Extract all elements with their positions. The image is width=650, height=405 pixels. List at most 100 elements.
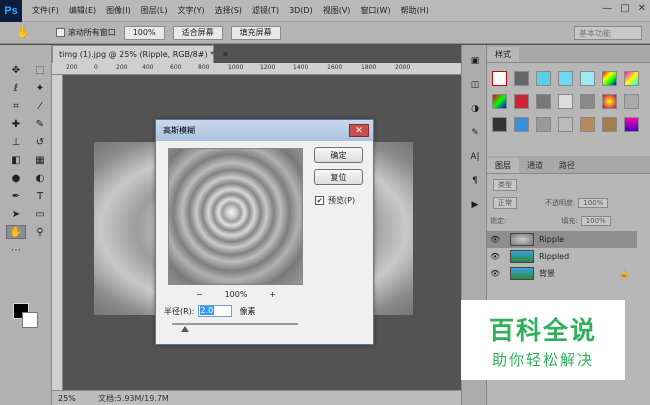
layer-row[interactable]: 👁 Ripple <box>487 231 637 248</box>
history-panel-icon[interactable]: ▣ <box>464 53 486 69</box>
style-swatch[interactable] <box>558 117 573 132</box>
menu-image[interactable]: 图像(I) <box>106 5 131 16</box>
blend-mode-select[interactable]: 正常 <box>493 197 517 209</box>
eraser-tool-icon[interactable]: ◧ <box>6 153 26 167</box>
play-action-icon[interactable]: ▶ <box>464 197 486 213</box>
radius-slider-thumb[interactable] <box>181 326 189 332</box>
background-color-swatch[interactable] <box>22 312 38 328</box>
visibility-eye-icon[interactable]: 👁 <box>490 269 504 278</box>
maximize-button[interactable]: □ <box>620 3 629 14</box>
document-tab[interactable]: timg (1).jpg @ 25% (Ripple, RGB/8#) * ✕ <box>52 45 229 63</box>
menu-view[interactable]: 视图(V) <box>323 5 351 16</box>
hand-tool-icon[interactable]: ✋ <box>6 225 26 239</box>
crop-tool-icon[interactable]: ⌗ <box>6 99 26 113</box>
reset-button[interactable]: 复位 <box>314 169 363 185</box>
tab-layers[interactable]: 图层 <box>487 158 519 173</box>
tab-channels[interactable]: 通道 <box>519 158 551 173</box>
radius-slider[interactable] <box>172 323 298 325</box>
style-swatch[interactable] <box>492 94 507 109</box>
path-select-tool-icon[interactable]: ➤ <box>6 207 26 221</box>
marquee-tool-icon[interactable]: ⬚ <box>30 63 50 77</box>
style-swatch[interactable] <box>536 117 551 132</box>
healing-tool-icon[interactable]: ✚ <box>6 117 26 131</box>
opacity-input[interactable]: 100% <box>578 198 609 208</box>
layer-filter-select[interactable]: 类型 <box>493 179 517 191</box>
style-swatch[interactable] <box>602 94 617 109</box>
blur-preview[interactable] <box>168 148 303 285</box>
brush-panel-icon[interactable]: ✎ <box>464 125 486 141</box>
style-swatch[interactable] <box>514 94 529 109</box>
menu-filter[interactable]: 滤镜(T) <box>252 5 279 16</box>
status-zoom[interactable]: 25% <box>52 394 92 403</box>
scroll-all-checkbox[interactable] <box>55 28 65 37</box>
style-swatch[interactable] <box>580 117 595 132</box>
history-brush-tool-icon[interactable]: ↺ <box>30 135 50 149</box>
hand-icon[interactable]: ✋ <box>16 26 30 39</box>
magic-wand-tool-icon[interactable]: ✦ <box>30 81 50 95</box>
tools-panel: ✥ ⬚ ℓ ✦ ⌗ ⁄ ✚ ✎ ⊥ ↺ ◧ ▦ ● ◐ ✒ T ➤ ▭ ✋ ⚲ … <box>0 45 52 405</box>
layer-row[interactable]: 👁 背景 🔒 <box>487 265 637 282</box>
menu-layer[interactable]: 图层(L) <box>141 5 168 16</box>
dodge-tool-icon[interactable]: ◐ <box>30 171 50 185</box>
minimize-button[interactable]: — <box>602 3 612 14</box>
close-tab-icon[interactable]: ✕ <box>222 50 229 59</box>
radius-input[interactable]: 2.0 <box>197 305 232 317</box>
eyedropper-tool-icon[interactable]: ⁄ <box>30 99 50 113</box>
rectangle-tool-icon[interactable]: ▭ <box>30 207 50 221</box>
preview-checkbox-row[interactable]: ✔ 预览(P) <box>315 195 355 206</box>
tab-styles[interactable]: 样式 <box>487 47 519 62</box>
brush-tool-icon[interactable]: ✎ <box>30 117 50 131</box>
pen-tool-icon[interactable]: ✒ <box>6 189 26 203</box>
style-swatch[interactable] <box>558 94 573 109</box>
style-swatch[interactable] <box>624 71 639 86</box>
zoom-tool-icon[interactable]: ⚲ <box>30 225 50 239</box>
style-swatch[interactable] <box>536 94 551 109</box>
menu-3d[interactable]: 3D(D) <box>289 6 313 15</box>
more-tools-icon[interactable]: ⋯ <box>6 243 26 257</box>
stamp-tool-icon[interactable]: ⊥ <box>6 135 26 149</box>
lasso-tool-icon[interactable]: ℓ <box>6 81 26 95</box>
visibility-eye-icon[interactable]: 👁 <box>490 235 504 244</box>
menu-file[interactable]: 文件(F) <box>32 5 59 16</box>
style-swatch[interactable] <box>558 71 573 86</box>
menu-help[interactable]: 帮助(H) <box>401 5 429 16</box>
style-swatch[interactable] <box>514 71 529 86</box>
character-panel-icon[interactable]: A| <box>464 149 486 165</box>
zoom-in-icon[interactable]: + <box>269 290 276 299</box>
tab-paths[interactable]: 路径 <box>551 158 583 173</box>
blur-tool-icon[interactable]: ● <box>6 171 26 185</box>
style-swatch[interactable] <box>602 71 617 86</box>
style-swatch[interactable] <box>580 94 595 109</box>
paragraph-panel-icon[interactable]: ¶ <box>464 173 486 189</box>
menu-type[interactable]: 文字(Y) <box>177 5 204 16</box>
ok-button[interactable]: 确定 <box>314 147 363 163</box>
properties-panel-icon[interactable]: ◫ <box>464 77 486 93</box>
fill-input[interactable]: 100% <box>580 216 611 226</box>
type-tool-icon[interactable]: T <box>30 189 50 203</box>
layer-row[interactable]: 👁 Rippled <box>487 248 637 265</box>
style-swatch[interactable] <box>492 117 507 132</box>
style-swatch[interactable] <box>492 71 507 86</box>
visibility-eye-icon[interactable]: 👁 <box>490 252 504 261</box>
zoom-100-button[interactable]: 100% <box>123 25 165 40</box>
close-window-button[interactable]: ✕ <box>638 3 646 14</box>
gradient-tool-icon[interactable]: ▦ <box>30 153 50 167</box>
style-swatch[interactable] <box>514 117 529 132</box>
fit-screen-button[interactable]: 适合屏幕 <box>172 25 223 40</box>
move-tool-icon[interactable]: ✥ <box>6 63 26 77</box>
style-swatch[interactable] <box>602 117 617 132</box>
workspace-select[interactable]: 基本功能 <box>574 26 642 40</box>
style-swatch[interactable] <box>624 117 639 132</box>
menu-window[interactable]: 窗口(W) <box>360 5 390 16</box>
menu-select[interactable]: 选择(S) <box>215 5 242 16</box>
fill-screen-button[interactable]: 填充屏幕 <box>230 25 281 40</box>
zoom-out-icon[interactable]: − <box>196 290 203 299</box>
style-swatch[interactable] <box>580 71 595 86</box>
dialog-close-button[interactable]: ✕ <box>349 124 369 137</box>
menu-edit[interactable]: 编辑(E) <box>69 5 96 16</box>
style-swatch[interactable] <box>624 94 639 109</box>
adjustments-panel-icon[interactable]: ◑ <box>464 101 486 117</box>
preview-checkbox[interactable]: ✔ <box>315 196 324 205</box>
lock-label: 锁定: <box>490 217 507 225</box>
style-swatch[interactable] <box>536 71 551 86</box>
